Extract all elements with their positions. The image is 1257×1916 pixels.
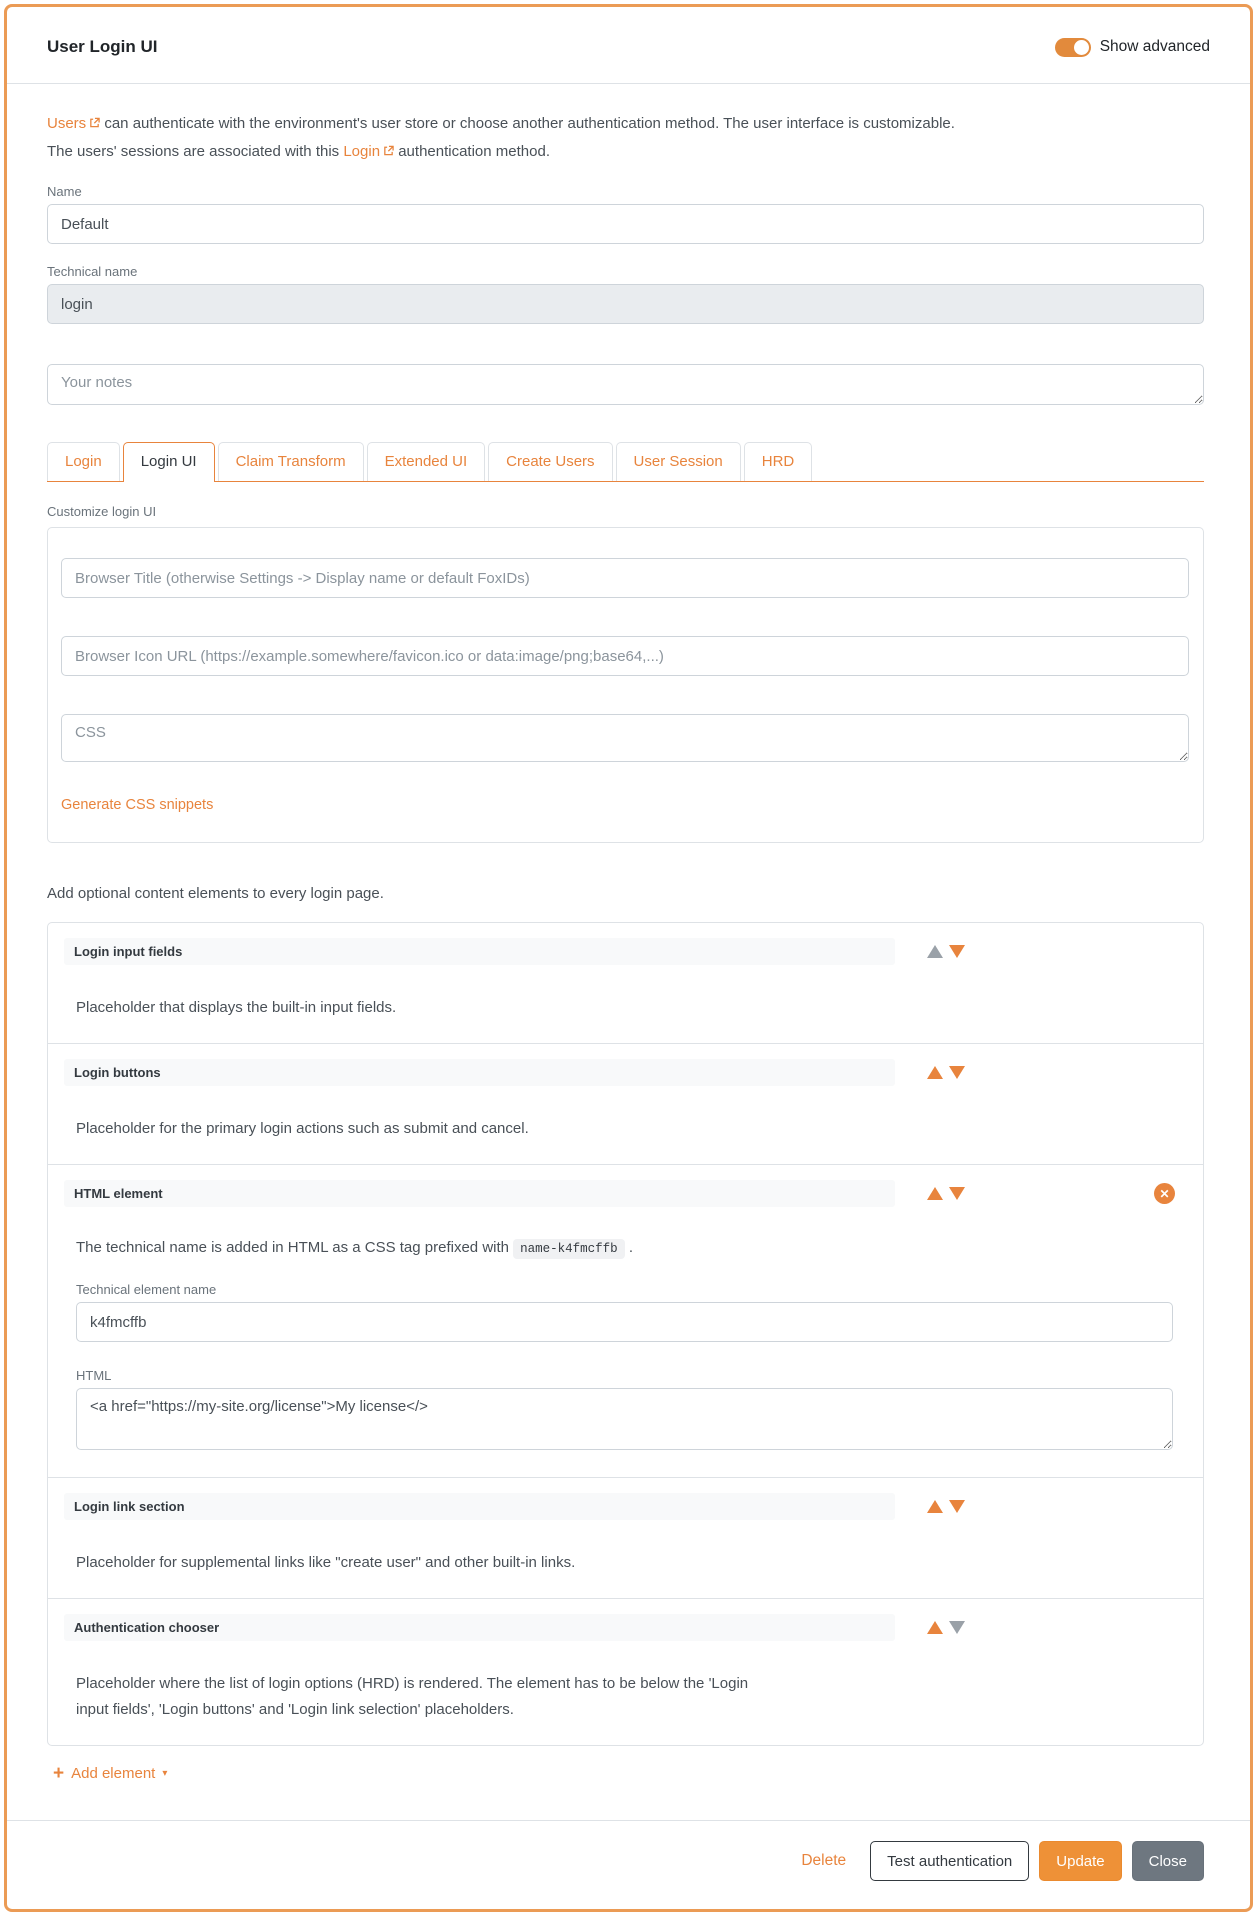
login-page-elements-list: Login input fields Placeholder that disp…	[47, 922, 1204, 1746]
move-down-icon[interactable]	[949, 1500, 966, 1513]
reorder-arrows	[927, 1621, 966, 1634]
css-tag-code: name-k4fmcffb	[513, 1239, 625, 1259]
technical-element-name-label: Technical element name	[76, 1282, 217, 1297]
customize-section-label: Customize login UI	[47, 504, 157, 519]
element-description: Placeholder that displays the built-in i…	[76, 999, 397, 1016]
element-row-header: Login link section	[64, 1493, 1187, 1520]
intro-line-2: The users' sessions are associated with …	[47, 138, 1204, 166]
intro-line-2-prefix: The users' sessions are associated with …	[47, 143, 344, 160]
page-title: User Login UI	[47, 37, 158, 56]
notes-group	[47, 364, 1204, 410]
intro-line-1-text: can authenticate with the environment's …	[100, 115, 955, 132]
element-title: HTML element	[64, 1180, 896, 1207]
tab-claim-transform[interactable]: Claim Transform	[217, 442, 364, 481]
reorder-arrows	[927, 1066, 966, 1079]
tab-hrd[interactable]: HRD	[743, 442, 813, 481]
intro-line-1: Users can authenticate with the environm…	[47, 110, 1204, 138]
element-row-authentication-chooser: Authentication chooser Placeholder where…	[48, 1599, 1203, 1745]
tab-create-users[interactable]: Create Users	[488, 442, 613, 481]
move-down-icon[interactable]	[949, 1187, 966, 1200]
customize-box: Generate CSS snippets	[47, 527, 1204, 843]
test-authentication-button[interactable]: Test authentication	[870, 1841, 1030, 1881]
move-up-icon[interactable]	[927, 1066, 944, 1079]
show-advanced-label: Show advanced	[1099, 38, 1210, 55]
element-row-login-link-section: Login link section Placeholder for suppl…	[48, 1478, 1203, 1599]
element-title: Authentication chooser	[64, 1614, 896, 1641]
element-row-html-element: HTML element ✕ The technical name is add…	[48, 1165, 1203, 1478]
users-link[interactable]: Users	[47, 115, 86, 132]
browser-title-input[interactable]	[61, 558, 1189, 598]
element-title: Login input fields	[64, 938, 896, 965]
move-up-icon[interactable]	[927, 945, 944, 958]
external-link-icon	[383, 145, 394, 156]
tab-login[interactable]: Login	[47, 442, 120, 481]
css-textarea[interactable]	[61, 714, 1189, 762]
element-row-login-input-fields: Login input fields Placeholder that disp…	[48, 923, 1203, 1044]
name-input[interactable]	[47, 204, 1204, 244]
element-row-header: Login input fields	[64, 938, 1187, 965]
move-up-icon[interactable]	[927, 1621, 944, 1634]
external-link-icon	[89, 117, 100, 128]
reorder-arrows	[927, 1187, 966, 1200]
plus-icon: +	[53, 1763, 65, 1784]
toggle-knob	[1073, 39, 1089, 55]
add-element-button[interactable]: + Add element ▾	[53, 1764, 167, 1783]
reorder-arrows	[927, 1500, 966, 1513]
html-textarea[interactable]: <a href="https://my-site.org/license">My…	[76, 1388, 1173, 1450]
browser-icon-row	[61, 636, 1189, 676]
tab-extended-ui[interactable]: Extended UI	[366, 442, 486, 481]
element-row-header: Login buttons	[64, 1059, 1187, 1086]
move-down-icon[interactable]	[949, 1621, 966, 1634]
name-label: Name	[47, 184, 82, 199]
add-element-label: Add element	[71, 1765, 156, 1782]
show-advanced-toggle-icon[interactable]	[1054, 37, 1091, 57]
css-tag-suffix: .	[628, 1239, 634, 1256]
user-login-ui-card: User Login UI Show advanced Users can au…	[4, 4, 1253, 1912]
generate-css-snippets-link[interactable]: Generate CSS snippets	[61, 797, 213, 813]
html-label: HTML	[76, 1368, 112, 1383]
login-link[interactable]: Login	[343, 143, 380, 160]
technical-element-name-group: Technical element name	[76, 1282, 1173, 1342]
element-title: Login link section	[64, 1493, 896, 1520]
intro-text: Users can authenticate with the environm…	[47, 110, 1204, 166]
tab-user-session[interactable]: User Session	[615, 442, 741, 481]
move-down-icon[interactable]	[949, 945, 966, 958]
element-description: Placeholder where the list of login opti…	[76, 1675, 749, 1718]
notes-textarea[interactable]	[47, 364, 1204, 405]
move-up-icon[interactable]	[927, 1500, 944, 1513]
element-title: Login buttons	[64, 1059, 896, 1086]
element-row-header: Authentication chooser	[64, 1614, 1187, 1641]
close-button[interactable]: Close	[1131, 1841, 1204, 1881]
tab-bar: Login Login UI Claim Transform Extended …	[47, 442, 1204, 482]
move-down-icon[interactable]	[949, 1066, 966, 1079]
technical-name-input	[47, 284, 1204, 324]
technical-name-label: Technical name	[47, 264, 138, 279]
update-button[interactable]: Update	[1039, 1841, 1122, 1881]
card-bottom-padding	[7, 1881, 1250, 1909]
technical-element-name-input[interactable]	[76, 1302, 1173, 1342]
form-body: Users can authenticate with the environm…	[7, 84, 1250, 1784]
remove-element-icon[interactable]: ✕	[1154, 1183, 1175, 1204]
card-footer: Delete Test authentication Update Close	[7, 1820, 1250, 1881]
name-group: Name	[47, 184, 1204, 244]
intro-line-2-suffix: authentication method.	[394, 143, 550, 160]
elements-intro-text: Add optional content elements to every l…	[47, 885, 384, 902]
move-up-icon[interactable]	[927, 1187, 944, 1200]
show-advanced-control: Show advanced	[1054, 37, 1210, 57]
element-row-header: HTML element	[64, 1180, 1187, 1207]
element-row-login-buttons: Login buttons Placeholder for the primar…	[48, 1044, 1203, 1165]
tab-login-ui[interactable]: Login UI	[122, 442, 215, 482]
browser-icon-url-input[interactable]	[61, 636, 1189, 676]
chevron-down-icon: ▾	[162, 1768, 168, 1779]
element-description: Placeholder for the primary login action…	[76, 1120, 529, 1137]
css-tag-prefix-line: The technical name is added in HTML as a…	[76, 1239, 1187, 1259]
reorder-arrows	[927, 945, 966, 958]
css-row	[61, 714, 1189, 767]
card-header: User Login UI Show advanced	[7, 7, 1250, 84]
delete-link[interactable]: Delete	[801, 1852, 846, 1870]
element-description: Placeholder for supplemental links like …	[76, 1554, 576, 1571]
html-group: HTML <a href="https://my-site.org/licens…	[76, 1368, 1173, 1455]
technical-name-group: Technical name	[47, 264, 1204, 324]
css-tag-prefix-text: The technical name is added in HTML as a…	[76, 1239, 509, 1256]
